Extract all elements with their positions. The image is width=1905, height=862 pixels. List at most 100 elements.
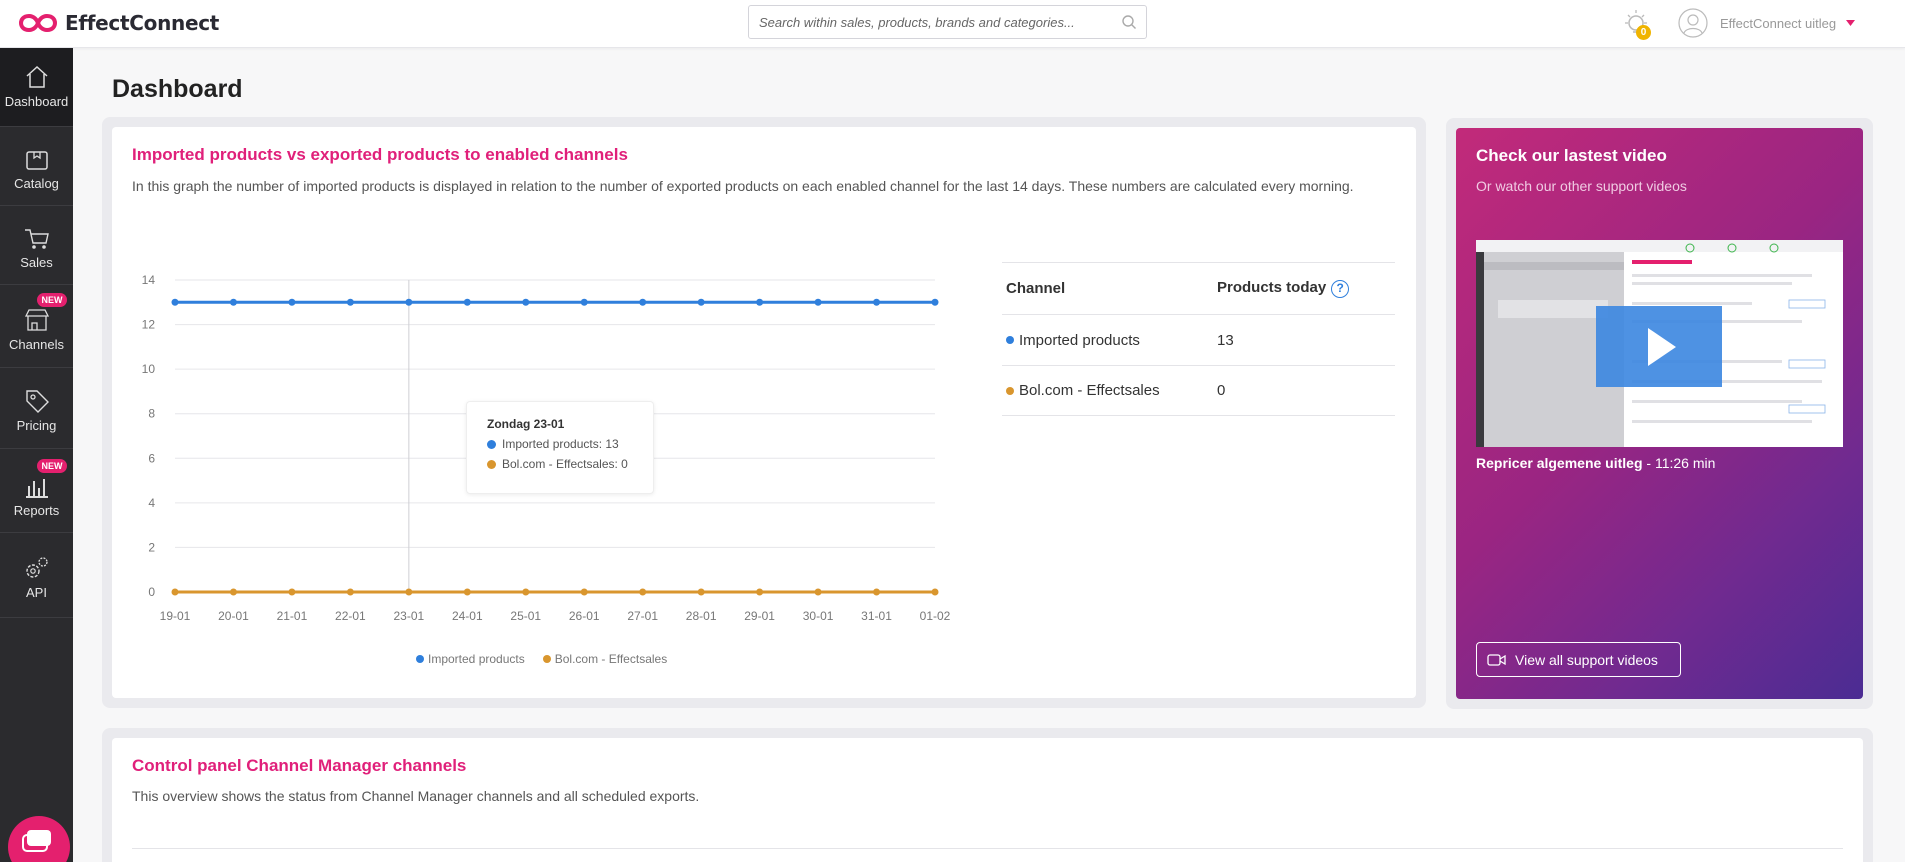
y-tick-label: 8 <box>148 407 155 421</box>
legend-item[interactable]: Imported products <box>416 652 525 666</box>
tooltip-row-text: Imported products: 13 <box>502 437 619 451</box>
user-name: EffectConnect uitleg <box>1720 15 1837 31</box>
sidebar-item-api[interactable]: API <box>0 533 73 617</box>
table-header-row: Channel Products today? <box>1002 262 1395 314</box>
y-tick-label: 0 <box>148 585 155 599</box>
channel-table: Channel Products today? Imported product… <box>1002 262 1395 416</box>
x-tick-label: 20-01 <box>218 609 249 623</box>
table-row: Bol.com - Effectsales 0 <box>1002 365 1395 416</box>
data-point <box>580 588 588 596</box>
chart-legend: Imported products Bol.com - Effectsales <box>416 652 685 666</box>
video-card: Check our lastest video Or watch our oth… <box>1456 128 1863 699</box>
graph-card-description: In this graph the number of imported pro… <box>132 178 1354 194</box>
data-point <box>229 298 237 306</box>
data-point <box>697 588 705 596</box>
data-point <box>171 298 179 306</box>
control-card-title: Control panel Channel Manager channels <box>132 756 467 775</box>
sidebar-item-reports[interactable]: NEW Reports <box>0 449 73 532</box>
legend-item[interactable]: Bol.com - Effectsales <box>542 652 667 666</box>
video-camera-icon <box>1487 653 1506 666</box>
store-icon <box>24 309 49 331</box>
channel-name: Imported products <box>1019 331 1140 349</box>
data-point <box>756 298 764 306</box>
graph-card-title: Imported products vs exported products t… <box>132 145 628 164</box>
chat-bubble-icon <box>22 830 51 852</box>
sidebar-item-label: Reports <box>13 503 60 518</box>
sidebar-item-dashboard[interactable]: Dashboard <box>0 48 73 126</box>
video-caption: Repricer algemene uitleg - 11:26 min <box>1476 455 1715 471</box>
sidebar-item-pricing[interactable]: Pricing <box>0 368 73 448</box>
data-point <box>814 588 822 596</box>
data-point <box>288 298 296 306</box>
page-title: Dashboard <box>112 75 243 103</box>
products-today-value: 13 <box>1217 331 1234 349</box>
data-point <box>463 298 471 306</box>
data-point <box>522 588 530 596</box>
data-point <box>288 588 296 596</box>
data-point <box>229 588 237 596</box>
y-tick-label: 4 <box>148 496 155 510</box>
video-title: Repricer algemene uitleg <box>1476 455 1643 471</box>
new-badge: NEW <box>37 293 67 307</box>
user-menu[interactable]: EffectConnect uitleg <box>1678 6 1856 40</box>
view-all-support-videos-button[interactable]: View all support videos <box>1476 642 1681 677</box>
video-thumbnail[interactable] <box>1476 240 1843 447</box>
box-icon <box>25 151 48 170</box>
series-color-dot <box>1006 386 1014 395</box>
x-tick-label: 23-01 <box>393 609 424 623</box>
sidebar-item-label: Dashboard <box>4 94 69 109</box>
channel-name: Bol.com - Effectsales <box>1019 382 1160 399</box>
search-icon[interactable] <box>1121 14 1137 30</box>
sidebar-item-sales[interactable]: Sales <box>0 206 73 284</box>
x-tick-label: 26-01 <box>569 609 600 623</box>
x-tick-label: 28-01 <box>686 609 717 623</box>
sidebar-item-channels[interactable]: NEW Channels <box>0 285 73 367</box>
y-tick-label: 12 <box>142 318 156 332</box>
tooltip-row: Imported products: 13 <box>487 437 633 451</box>
channel-cell: Bol.com - Effectsales <box>1002 382 1217 399</box>
bar-chart-icon <box>25 479 48 498</box>
series-color-dot <box>1006 336 1014 344</box>
search-input[interactable] <box>749 6 1099 38</box>
other-videos-link[interactable]: Or watch our other support videos <box>1476 178 1687 194</box>
tooltip-title: Zondag 23-01 <box>487 417 565 431</box>
search-box[interactable] <box>748 5 1147 39</box>
data-point <box>931 588 939 596</box>
help-icon[interactable]: ? <box>1331 280 1350 298</box>
control-card-description: This overview shows the status from Chan… <box>132 788 700 804</box>
home-icon <box>25 65 48 88</box>
sidebar: Dashboard Catalog Sales NEW Channels Pri… <box>0 48 73 862</box>
gears-icon <box>25 557 48 578</box>
data-point <box>463 588 471 596</box>
data-point <box>873 298 881 306</box>
column-header-products-today: Products today? <box>1217 279 1395 298</box>
sidebar-item-catalog[interactable]: Catalog <box>0 127 73 205</box>
data-point <box>346 298 354 306</box>
divider <box>132 848 1843 849</box>
tooltip-row: Bol.com - Effectsales: 0 <box>487 457 633 471</box>
data-point <box>580 298 588 306</box>
chat-support-button[interactable] <box>8 816 70 862</box>
data-point <box>405 298 413 306</box>
series-color-dot <box>416 655 424 663</box>
tooltip-row-text: Bol.com - Effectsales: 0 <box>502 457 628 471</box>
channel-cell: Imported products <box>1002 332 1217 349</box>
brand-logo[interactable]: EffectConnect <box>19 9 219 37</box>
sidebar-item-label: Catalog <box>14 176 59 191</box>
brand-name: EffectConnect <box>65 11 220 35</box>
new-badge: NEW <box>37 459 67 473</box>
y-tick-label: 6 <box>148 451 155 465</box>
data-point <box>522 298 530 306</box>
cart-icon <box>24 229 49 249</box>
x-tick-label: 22-01 <box>335 609 366 623</box>
data-point <box>405 588 413 596</box>
video-card-title: Check our lastest video <box>1476 146 1667 165</box>
x-tick-label: 25-01 <box>510 609 541 623</box>
sidebar-item-label: Channels <box>9 337 64 352</box>
x-tick-label: 30-01 <box>803 609 834 623</box>
x-tick-label: 31-01 <box>861 609 892 623</box>
sidebar-item-label: API <box>26 585 47 600</box>
y-tick-label: 14 <box>142 273 156 287</box>
column-header-label: Products today <box>1217 279 1327 296</box>
x-tick-label: 21-01 <box>277 609 308 623</box>
